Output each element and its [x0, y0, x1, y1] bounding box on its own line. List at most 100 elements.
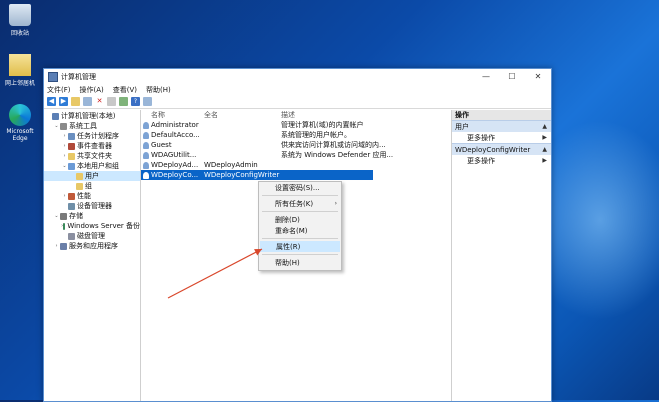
folder-icon — [76, 172, 83, 180]
menu-view[interactable]: 查看(V) — [113, 85, 137, 95]
context-menu-item[interactable]: 帮助(H) — [259, 257, 341, 268]
submenu-chevron-icon: › — [334, 200, 337, 207]
collapsed-icon[interactable]: › — [53, 243, 60, 249]
expanded-icon[interactable]: ⌄ — [53, 213, 60, 219]
menu-action[interactable]: 操作(A) — [80, 85, 104, 95]
collapsed-icon[interactable]: › — [61, 133, 68, 139]
title-bar[interactable]: 计算机管理 — ☐ ✕ — [44, 69, 551, 84]
tree-item[interactable]: › 共享文件夹 — [44, 151, 140, 161]
tree-item[interactable]: › 性能 — [44, 191, 140, 201]
action-group-label: 用户 — [455, 122, 469, 131]
collapsed-icon[interactable]: › — [61, 143, 68, 149]
tools-icon — [60, 122, 67, 130]
close-button[interactable]: ✕ — [525, 72, 551, 81]
tree-item[interactable]: 设备管理器 — [44, 201, 140, 211]
table-row[interactable]: WDeployCo... WDeployConfigWriter — [141, 170, 373, 180]
cell-name: WDeployCo... — [151, 171, 199, 179]
user-icon — [143, 131, 149, 139]
tree-item-label: 共享文件夹 — [77, 152, 112, 160]
show-action-pane-icon[interactable] — [143, 97, 152, 106]
show-tree-icon[interactable] — [83, 97, 92, 106]
minimize-button[interactable]: — — [473, 72, 499, 81]
disk-icon — [68, 232, 75, 240]
properties-icon[interactable] — [107, 97, 116, 106]
collapse-icon[interactable]: ▲ — [542, 146, 547, 153]
device-manager-icon — [68, 202, 75, 210]
tree-item[interactable]: › 服务和应用程序 — [44, 241, 140, 251]
tree-item[interactable]: 计算机管理(本地) — [44, 111, 140, 121]
tree-item-label: 计算机管理(本地) — [61, 112, 116, 120]
computer-management-icon — [48, 71, 58, 82]
user-icon — [143, 161, 149, 169]
delete-icon[interactable]: ✕ — [95, 97, 104, 106]
tree-item[interactable]: 用户 — [44, 171, 140, 181]
tree-item[interactable]: › 事件查看器 — [44, 141, 140, 151]
tree-item[interactable]: › 任务计划程序 — [44, 131, 140, 141]
column-name[interactable]: 名称 — [141, 110, 204, 120]
tree-item[interactable]: 磁盘管理 — [44, 231, 140, 241]
chevron-right-icon: ▶ — [542, 134, 547, 141]
tree-item-label: 性能 — [77, 192, 91, 200]
column-fullname[interactable]: 全名 — [204, 110, 281, 120]
menu-help[interactable]: 帮助(H) — [146, 85, 171, 95]
chevron-right-icon: ▶ — [542, 157, 547, 164]
event-viewer-icon — [68, 142, 75, 150]
recycle-bin-icon — [9, 4, 31, 26]
tree-item[interactable]: › Windows Server 备份 — [44, 221, 140, 231]
actions-pane: 操作 用户 ▲ 更多操作 ▶ WDeployConfigWriter ▲ 更多操… — [452, 110, 551, 401]
menu-file[interactable]: 文件(F) — [47, 85, 71, 95]
export-icon[interactable] — [119, 97, 128, 106]
desktop-icon-edge[interactable]: Microsoft Edge — [2, 104, 38, 142]
context-menu-label: 帮助(H) — [275, 258, 300, 267]
help-icon[interactable]: ? — [131, 97, 140, 106]
table-row[interactable]: WDAGUtilit... 系统为 Windows Defender 应用... — [141, 150, 451, 160]
action-group-label: WDeployConfigWriter — [455, 145, 531, 154]
table-row[interactable]: Guest 供来宾访问计算机或访问域的内... — [141, 140, 451, 150]
storage-icon — [60, 212, 67, 220]
services-icon — [60, 242, 67, 250]
table-row[interactable]: DefaultAcco... 系统管理的用户帐户。 — [141, 130, 451, 140]
context-menu-item[interactable]: 重命名(M) — [259, 225, 341, 236]
performance-icon — [68, 192, 75, 200]
tree-item-label: Windows Server 备份 — [67, 222, 140, 230]
cell-name: Administrator — [151, 121, 199, 129]
context-menu-item[interactable]: 删除(D) — [259, 214, 341, 225]
collapsed-icon[interactable]: › — [61, 153, 68, 159]
column-description[interactable]: 描述 — [281, 110, 451, 120]
cell-name: Guest — [151, 141, 172, 149]
tree-item[interactable]: 组 — [44, 181, 140, 191]
desktop-icon-recycle-bin[interactable]: 回收站 — [2, 4, 38, 37]
navigation-tree: 计算机管理(本地) ⌄ 系统工具 › 任务计划程序 › 事件查看器 › 共享文件夹 ⌄ 本地用户和组… — [44, 110, 141, 401]
folder-icon — [68, 152, 75, 160]
collapse-icon[interactable]: ▲ — [542, 123, 547, 130]
desktop-icon-document[interactable]: 网上邻居机 — [2, 54, 38, 87]
table-row[interactable]: WDeployAd... WDeployAdmin — [141, 160, 451, 170]
tree-item-label: 磁盘管理 — [77, 232, 105, 240]
forward-icon[interactable]: ▶ — [59, 97, 68, 106]
tree-item[interactable]: ⌄ 本地用户和组 — [44, 161, 140, 171]
collapsed-icon[interactable]: › — [61, 193, 68, 199]
user-icon — [143, 141, 149, 149]
back-icon[interactable]: ◀ — [47, 97, 56, 106]
action-more-actions[interactable]: 更多操作 ▶ — [452, 132, 551, 143]
action-group-selected-user[interactable]: WDeployConfigWriter ▲ — [452, 143, 551, 155]
maximize-button[interactable]: ☐ — [499, 72, 525, 81]
table-row[interactable]: Administrator 管理计算机(域)的内置帐户 — [141, 120, 451, 130]
users-icon — [68, 162, 75, 170]
context-menu-item[interactable]: 属性(R) — [260, 241, 340, 252]
context-menu-label: 所有任务(K) — [275, 199, 314, 208]
tree-item[interactable]: ⌄ 存储 — [44, 211, 140, 221]
tree-item-label: 任务计划程序 — [77, 132, 119, 140]
expanded-icon[interactable]: ⌄ — [53, 123, 60, 129]
document-icon — [9, 54, 31, 76]
cell-name: DefaultAcco... — [151, 131, 200, 139]
context-menu-item[interactable]: 所有任务(K) › — [259, 198, 341, 209]
context-menu-item[interactable]: 设置密码(S)... — [259, 182, 341, 193]
action-group-users[interactable]: 用户 ▲ — [452, 120, 551, 132]
tree-item-label: 存储 — [69, 212, 83, 220]
tree-item[interactable]: ⌄ 系统工具 — [44, 121, 140, 131]
expanded-icon[interactable]: ⌄ — [61, 163, 68, 169]
up-folder-icon[interactable] — [71, 97, 80, 106]
action-more-actions[interactable]: 更多操作 ▶ — [452, 155, 551, 166]
tree-item-label: 本地用户和组 — [77, 162, 119, 170]
